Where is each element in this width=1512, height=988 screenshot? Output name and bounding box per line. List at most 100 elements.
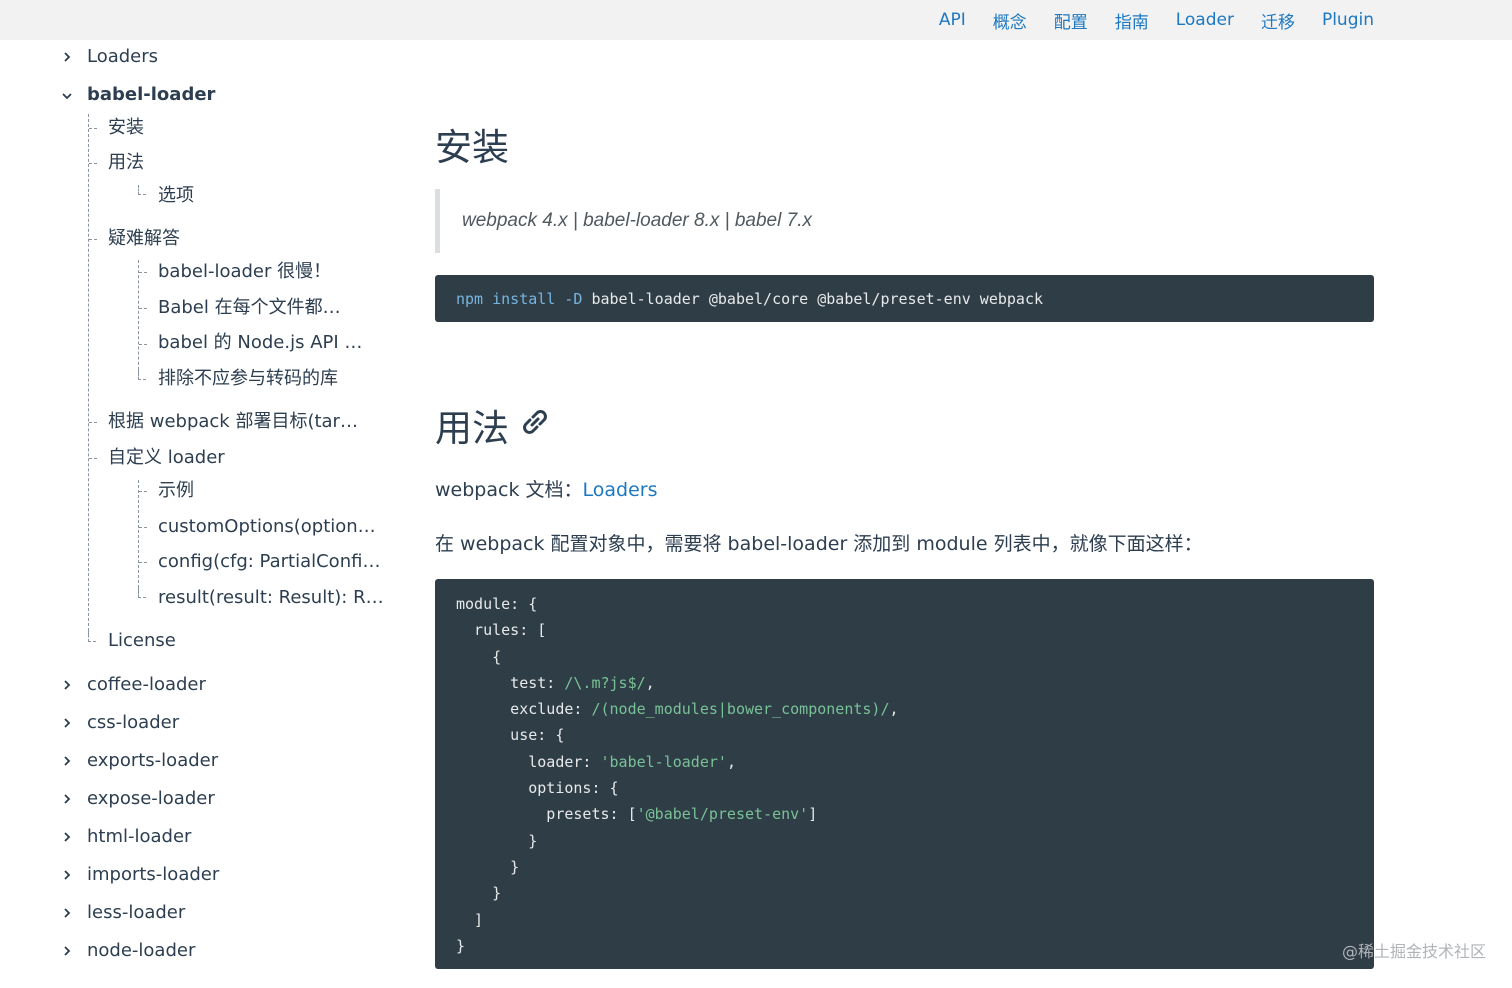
install-heading: 安装 xyxy=(435,126,509,169)
code-token: install xyxy=(492,289,556,308)
code-token: test: xyxy=(456,673,565,692)
tree-line xyxy=(138,260,139,380)
code-token: presets: [ xyxy=(456,805,637,824)
sidebar-item-install[interactable]: 安装 xyxy=(108,116,144,140)
code-token: , xyxy=(889,700,899,719)
code-line: loader: 'babel-loader', xyxy=(456,749,1353,775)
version-quote: webpack 4.x | babel-loader 8.x | babel 7… xyxy=(435,189,1375,253)
code-line: exclude: /(node_modules|bower_components… xyxy=(456,696,1353,722)
code-token: '@babel/preset-env' xyxy=(636,805,809,824)
chevron-right-icon[interactable] xyxy=(58,676,76,694)
npm-install-code[interactable]: npm install -D babel-loader @babel/core … xyxy=(435,275,1374,322)
code-line: } xyxy=(456,936,466,955)
tree-branch xyxy=(89,239,97,240)
sidebar-item-exclude-libs[interactable]: 排除不应参与转码的库 xyxy=(158,367,338,391)
sidebar-item-loaders[interactable]: Loaders xyxy=(87,45,158,69)
code-line: options: { xyxy=(456,779,619,798)
sidebar-item-node-loader[interactable]: node-loader xyxy=(87,939,195,963)
nav-plugin[interactable]: Plugin xyxy=(1322,10,1374,30)
sidebar-item-babel-loader[interactable]: babel-loader xyxy=(87,83,215,107)
webpack-config-code[interactable]: module: { rules: [ { test: /\.m?js$/, ex… xyxy=(435,579,1374,969)
nav-guides[interactable]: 指南 xyxy=(1115,8,1149,33)
code-token: npm xyxy=(456,289,484,308)
docs-label: webpack 文档： xyxy=(435,479,583,501)
tree-branch xyxy=(138,370,146,380)
tree-branch xyxy=(89,128,97,129)
code-token: -D xyxy=(564,289,583,308)
chevron-right-icon[interactable] xyxy=(58,866,76,884)
sidebar-item-nodejs-api[interactable]: babel 的 Node.js API … xyxy=(158,331,362,355)
code-token: /(node_modules|bower_components)/ xyxy=(591,700,890,719)
sidebar-item-example[interactable]: 示例 xyxy=(158,479,194,503)
nav-migrate[interactable]: 迁移 xyxy=(1261,8,1295,33)
sidebar-item-exports-loader[interactable]: exports-loader xyxy=(87,749,218,773)
nav-loader[interactable]: Loader xyxy=(1176,10,1234,30)
sidebar-item-less-loader[interactable]: less-loader xyxy=(87,901,185,925)
docs-paragraph: webpack 文档：Loaders xyxy=(435,475,657,502)
loaders-link[interactable]: Loaders xyxy=(582,479,657,501)
link-icon[interactable] xyxy=(519,404,551,447)
chevron-right-icon[interactable] xyxy=(58,828,76,846)
top-nav: API 概念 配置 指南 Loader 迁移 Plugin xyxy=(939,0,1374,40)
code-line: } xyxy=(456,857,520,876)
code-token: exclude: xyxy=(456,700,592,719)
tree-line xyxy=(138,480,139,598)
code-token: , xyxy=(645,673,655,692)
sidebar-item-every-file[interactable]: Babel 在每个文件都… xyxy=(158,296,341,320)
nav-api[interactable]: API xyxy=(939,10,966,30)
chevron-right-icon[interactable] xyxy=(58,790,76,808)
code-line: { xyxy=(456,647,502,666)
tree-branch xyxy=(139,562,147,563)
chevron-right-icon[interactable] xyxy=(58,752,76,770)
tree-branch xyxy=(89,163,97,164)
tree-branch xyxy=(139,491,147,492)
usage-paragraph: 在 webpack 配置对象中，需要将 babel-loader 添加到 mod… xyxy=(435,533,1203,555)
sidebar-item-imports-loader[interactable]: imports-loader xyxy=(87,863,219,887)
version-quote-text: webpack 4.x | babel-loader 8.x | babel 7… xyxy=(462,210,812,231)
sidebar-item-css-loader[interactable]: css-loader xyxy=(87,711,179,735)
code-line: rules: [ xyxy=(456,621,547,640)
code-line: module: { xyxy=(456,595,538,613)
sidebar-item-options[interactable]: 选项 xyxy=(158,184,194,208)
top-nav-bar: API 概念 配置 指南 Loader 迁移 Plugin xyxy=(0,0,1512,40)
sidebar-item-config[interactable]: config(cfg: PartialConfi… xyxy=(158,550,380,574)
code-token: loader: xyxy=(456,752,601,771)
sidebar-item-coffee-loader[interactable]: coffee-loader xyxy=(87,673,206,697)
tree-branch xyxy=(89,422,97,423)
tree-branch xyxy=(139,344,147,345)
code-line: presets: ['@babel/preset-env'] xyxy=(456,801,1353,827)
code-token: babel-loader @babel/core @babel/preset-e… xyxy=(591,289,1044,308)
sidebar-item-license[interactable]: License xyxy=(108,629,176,653)
sidebar: Loaders babel-loader 安装 用法 选项 疑难解答 babel… xyxy=(0,40,400,988)
chevron-right-icon[interactable] xyxy=(58,714,76,732)
sidebar-item-result[interactable]: result(result: Result): R… xyxy=(158,586,384,610)
sidebar-item-custom-loader[interactable]: 自定义 loader xyxy=(108,446,225,470)
sidebar-item-expose-loader[interactable]: expose-loader xyxy=(87,787,215,811)
tree-branch xyxy=(138,588,146,598)
chevron-down-icon[interactable] xyxy=(58,87,76,105)
tree-branch xyxy=(139,527,147,528)
watermark: @稀土掘金技术社区 xyxy=(1341,942,1486,961)
nav-configuration[interactable]: 配置 xyxy=(1054,8,1088,33)
tree-branch xyxy=(139,308,147,309)
chevron-right-icon[interactable] xyxy=(58,942,76,960)
nav-concepts[interactable]: 概念 xyxy=(993,8,1027,33)
sidebar-item-custom-options[interactable]: customOptions(option… xyxy=(158,515,376,539)
chevron-right-icon[interactable] xyxy=(58,48,76,66)
sidebar-item-usage[interactable]: 用法 xyxy=(108,151,144,175)
code-line: ] xyxy=(456,910,484,929)
sidebar-item-slow[interactable]: babel-loader 很慢！ xyxy=(158,260,331,284)
tree-branch xyxy=(89,458,97,459)
code-line: } xyxy=(456,884,502,903)
tree-branch xyxy=(88,630,96,642)
sidebar-item-troubleshooting[interactable]: 疑难解答 xyxy=(108,227,180,251)
sidebar-item-html-loader[interactable]: html-loader xyxy=(87,825,191,849)
code-token: ] xyxy=(808,805,818,824)
chevron-right-icon[interactable] xyxy=(58,904,76,922)
sidebar-item-targets[interactable]: 根据 webpack 部署目标(tar… xyxy=(108,410,358,434)
code-line: use: { xyxy=(456,726,565,745)
code-line: test: /\.m?js$/, xyxy=(456,670,1353,696)
usage-heading-text: 用法 xyxy=(435,407,509,450)
usage-heading: 用法 xyxy=(435,398,551,452)
code-token: /\.m?js$/ xyxy=(564,673,646,692)
